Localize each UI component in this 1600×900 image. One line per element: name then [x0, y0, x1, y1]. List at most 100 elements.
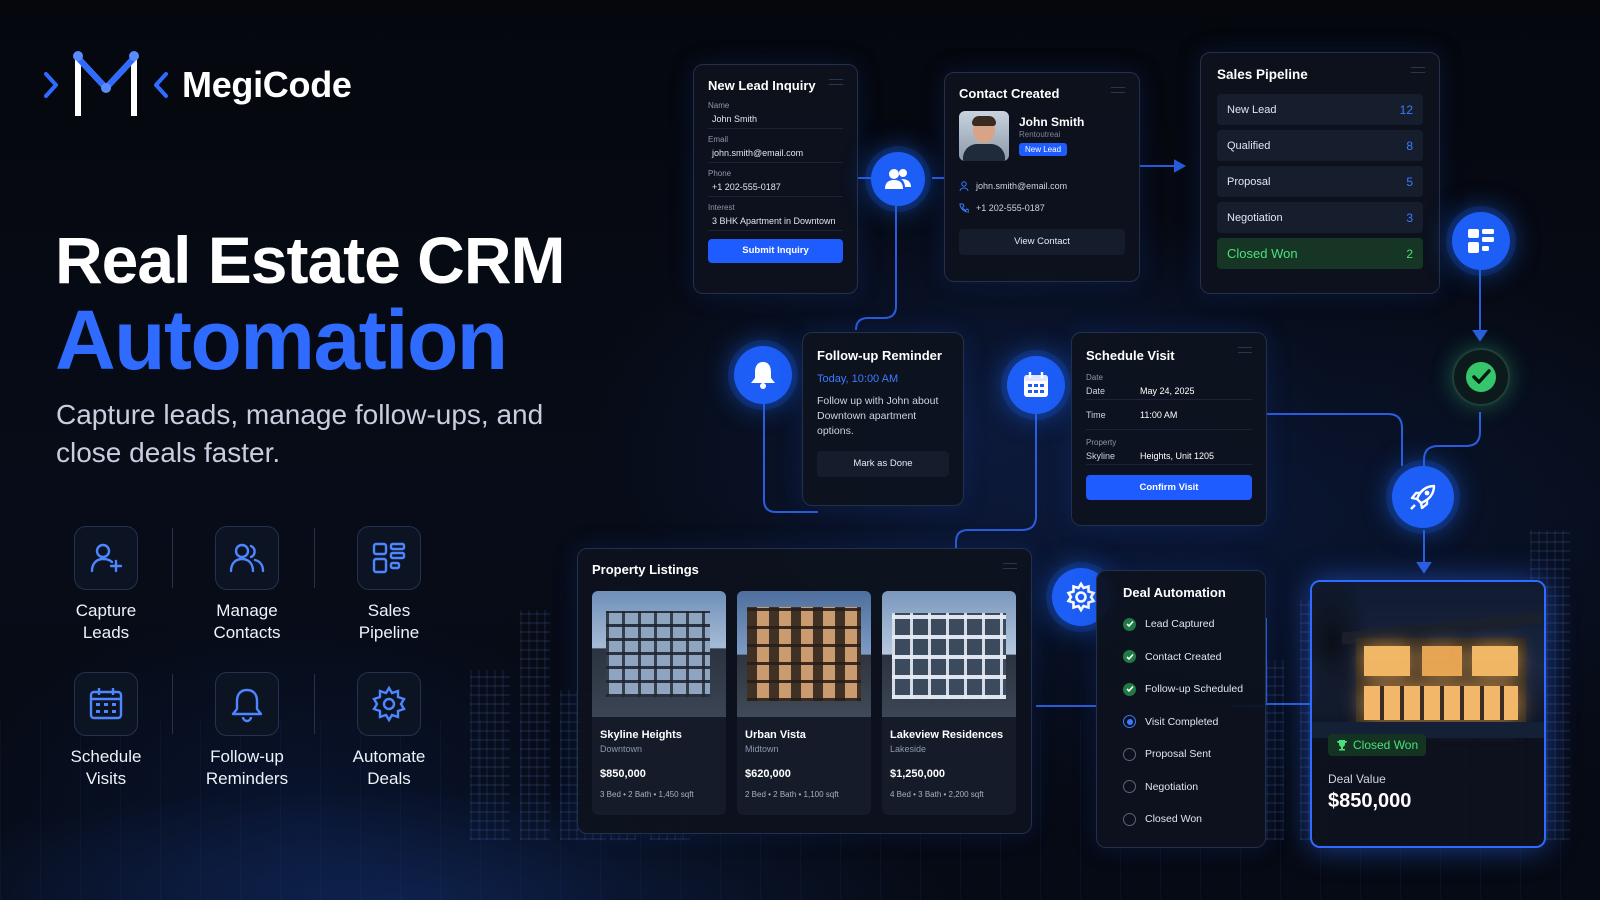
listing-card[interactable]: Skyline Heights Downtown $850,000 3 Bed …	[592, 591, 726, 815]
phone-icon	[959, 203, 969, 213]
rocket-icon	[1410, 484, 1436, 510]
card-title: Schedule Visit	[1086, 348, 1175, 363]
email-field[interactable]: john.smith@email.com	[708, 146, 843, 163]
date-value: May 24, 2025	[1140, 385, 1195, 396]
property-row[interactable]: Skyline Heights, Unit 1205	[1086, 447, 1252, 465]
stage-label: Closed Won	[1227, 246, 1298, 261]
name-field[interactable]: John Smith	[708, 112, 843, 129]
feature-label: Schedule Visits	[70, 747, 142, 788]
check-icon	[1123, 617, 1136, 631]
more-icon[interactable]	[1003, 563, 1017, 569]
more-icon[interactable]	[1411, 67, 1425, 73]
users-icon	[885, 169, 911, 189]
stage-count: 8	[1406, 138, 1413, 153]
stage-count: 12	[1399, 102, 1413, 117]
user-plus-icon	[90, 543, 123, 573]
listing-price: $1,250,000	[890, 768, 946, 780]
submit-inquiry-button[interactable]: Submit Inquiry	[708, 239, 843, 263]
hero-title-accent: Automation	[55, 293, 508, 387]
follow-up-card: Follow-up Reminder Today, 10:00 AM Follo…	[802, 332, 964, 506]
section-label: Date	[1086, 373, 1103, 382]
more-icon[interactable]	[1238, 347, 1252, 353]
section-label: Property	[1086, 438, 1117, 447]
stage-label: Qualified	[1227, 139, 1271, 152]
pipeline-stage[interactable]: Qualified 8	[1217, 130, 1423, 161]
confirm-visit-button[interactable]: Confirm Visit	[1086, 475, 1252, 500]
automation-step-active[interactable]: Visit Completed	[1123, 706, 1265, 739]
time-value: 11:00 AM	[1140, 409, 1178, 420]
view-contact-button[interactable]: View Contact	[959, 229, 1125, 255]
pipeline-node	[1452, 212, 1510, 270]
phone-field[interactable]: +1 202-555-0187	[708, 180, 843, 197]
check-icon	[1123, 682, 1136, 696]
feature-schedule-visits[interactable]: Schedule Visits	[56, 672, 156, 790]
feature-label: Manage Contacts	[213, 601, 281, 642]
feature-follow-up-reminders[interactable]: Follow-up Reminders	[197, 672, 297, 790]
divider	[314, 674, 315, 734]
check-icon	[1123, 650, 1136, 664]
pipeline-icon	[1468, 229, 1494, 253]
mark-done-button[interactable]: Mark as Done	[817, 451, 949, 477]
deal-value: $850,000	[1328, 790, 1412, 812]
contact-name: John Smith	[1019, 115, 1085, 129]
property-image	[737, 591, 871, 717]
listing-name: Lakeview Residences	[890, 729, 1004, 741]
card-title: Sales Pipeline	[1217, 67, 1308, 82]
feature-automate-deals[interactable]: Automate Deals	[339, 672, 439, 790]
interest-field[interactable]: 3 BHK Apartment in Downtown	[708, 214, 843, 231]
listing-details: 2 Bed • 2 Bath • 1,100 sqft	[745, 790, 839, 799]
reminder-node	[734, 346, 792, 404]
date-row[interactable]: Date May 24, 2025	[1086, 382, 1252, 400]
listing-card[interactable]: Urban Vista Midtown $620,000 2 Bed • 2 B…	[737, 591, 871, 815]
megicode-logo-icon	[44, 51, 168, 116]
automation-step[interactable]: Closed Won	[1123, 803, 1265, 836]
completed-node	[1452, 348, 1510, 406]
stage-label: New Lead	[1227, 103, 1277, 116]
stage-count: 5	[1406, 174, 1413, 189]
status-badge: New Lead	[1019, 143, 1068, 156]
bell-icon	[231, 688, 263, 723]
feature-capture-leads[interactable]: Capture Leads	[56, 526, 156, 644]
deal-value-card[interactable]: Closed Won Deal Value $850,000	[1310, 580, 1546, 848]
automation-step[interactable]: Contact Created	[1123, 641, 1265, 674]
calendar-icon	[1024, 372, 1048, 397]
stage-count: 3	[1406, 210, 1413, 225]
deal-automation-card: Deal Automation Lead Captured Contact Cr…	[1096, 570, 1266, 848]
contact-email[interactable]: john.smith@email.com	[976, 181, 1067, 191]
automation-step[interactable]: Proposal Sent	[1123, 738, 1265, 771]
gear-icon	[1066, 581, 1096, 613]
reminder-time: Today, 10:00 AM	[817, 373, 899, 385]
automation-step[interactable]: Lead Captured	[1123, 608, 1265, 641]
property-image	[882, 591, 1016, 717]
property-image	[592, 591, 726, 717]
more-icon[interactable]	[829, 79, 843, 85]
card-title: Contact Created	[959, 86, 1060, 101]
hero-title: Real Estate CRM	[55, 223, 565, 297]
time-row[interactable]: Time 11:00 AM	[1086, 400, 1252, 430]
pipeline-stage-won[interactable]: Closed Won 2	[1217, 238, 1423, 269]
feature-label: Automate Deals	[352, 747, 426, 788]
field-label: Name	[708, 101, 730, 110]
card-title: Property Listings	[592, 562, 699, 577]
feature-manage-contacts[interactable]: Manage Contacts	[197, 526, 297, 644]
property-value: Heights, Unit 1205	[1140, 450, 1215, 461]
brand-logo[interactable]: MegiCode	[44, 48, 352, 122]
automation-step[interactable]: Follow-up Scheduled	[1123, 673, 1265, 706]
more-icon[interactable]	[1111, 87, 1125, 93]
listing-location: Downtown	[600, 744, 643, 754]
feature-sales-pipeline[interactable]: Sales Pipeline	[339, 526, 439, 644]
check-circle-icon	[1466, 362, 1496, 392]
pipeline-stage[interactable]: Negotiation 3	[1217, 202, 1423, 233]
contact-company: Rentoutreai	[1019, 130, 1061, 139]
field-label: Interest	[708, 203, 735, 212]
listing-price: $850,000	[600, 768, 646, 780]
radio-active-icon	[1123, 715, 1136, 729]
pipeline-stage[interactable]: Proposal 5	[1217, 166, 1423, 197]
pipeline-stage[interactable]: New Lead 12	[1217, 94, 1423, 125]
listing-card[interactable]: Lakeview Residences Lakeside $1,250,000 …	[882, 591, 1016, 815]
automation-step[interactable]: Negotiation	[1123, 771, 1265, 804]
contact-phone[interactable]: +1 202-555-0187	[976, 203, 1045, 213]
schedule-node	[1007, 356, 1065, 414]
listing-price: $620,000	[745, 768, 791, 780]
property-listings-card: Property Listings Skyline Heights Downto…	[577, 548, 1032, 834]
